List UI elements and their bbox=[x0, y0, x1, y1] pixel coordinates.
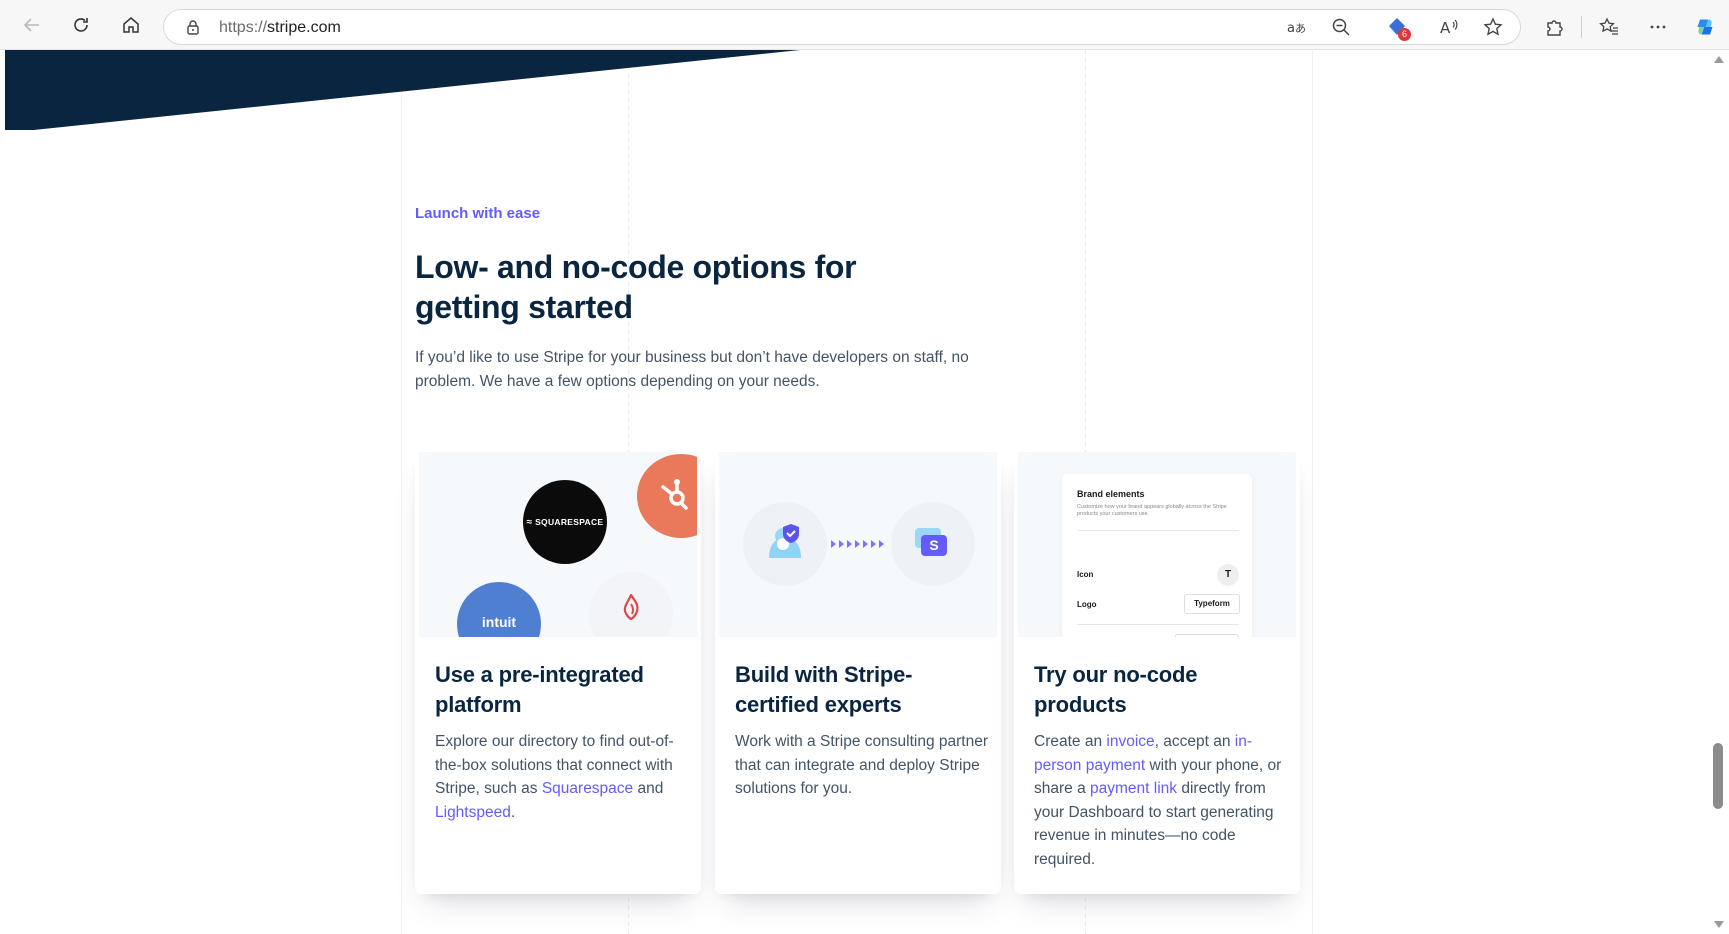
url-text[interactable]: https://stripe.com bbox=[219, 19, 341, 37]
card-body: Explore our directory to find out-of-the… bbox=[435, 730, 690, 824]
lightspeed-logo bbox=[589, 572, 673, 637]
lightspeed-link[interactable]: Lightspeed bbox=[435, 804, 511, 821]
card-body: Work with a Stripe consulting partner th… bbox=[735, 733, 988, 798]
scrollbar-thumb[interactable] bbox=[1713, 743, 1723, 809]
stripe-circle: S bbox=[891, 502, 975, 586]
brand-elements-panel: Brand elements Customize how your brand … bbox=[1062, 474, 1252, 637]
hubspot-icon bbox=[661, 479, 688, 510]
scroll-down-arrow-icon[interactable] bbox=[1714, 921, 1724, 928]
card-body: Create an invoice, accept an in-person p… bbox=[1034, 730, 1289, 872]
favorite-button[interactable] bbox=[1477, 9, 1509, 45]
card-body-text: . bbox=[510, 803, 516, 821]
card-title: Try our no-code products bbox=[1034, 662, 1198, 717]
intuit-logo: intuit bbox=[457, 582, 541, 637]
more-button[interactable] bbox=[1642, 9, 1674, 45]
card-no-code-products: Brand elements Customize how your brand … bbox=[1014, 452, 1300, 894]
address-bar[interactable]: https://stripe.com bbox=[163, 9, 1521, 45]
copilot-button[interactable] bbox=[1690, 9, 1720, 45]
card-body-text: Create an bbox=[1034, 733, 1107, 750]
url-scheme: https:// bbox=[219, 19, 268, 36]
extension-badge: 6 bbox=[1398, 28, 1411, 41]
stripe-app-icon: S bbox=[915, 528, 947, 556]
zoom-out-icon bbox=[1332, 18, 1350, 36]
intuit-label: intuit bbox=[481, 614, 517, 630]
url-host: stripe.com bbox=[267, 19, 341, 36]
zoom-out-button[interactable] bbox=[1325, 9, 1357, 45]
svg-text:A: A bbox=[1440, 19, 1451, 37]
panel-row-icon: Icon bbox=[1077, 570, 1094, 579]
extension-button[interactable]: 6 bbox=[1381, 9, 1413, 45]
panel-divider bbox=[1077, 530, 1239, 531]
navy-slant-band bbox=[5, 50, 800, 130]
refresh-icon bbox=[74, 18, 88, 32]
lightspeed-flame-icon bbox=[623, 594, 639, 620]
squarespace-logo: ≈ SQUARESPACE bbox=[523, 480, 607, 564]
payment-link-link[interactable]: payment link bbox=[1090, 780, 1177, 797]
stripe-letter: S bbox=[921, 535, 947, 556]
favorites-button[interactable] bbox=[1593, 9, 1625, 45]
read-aloud-icon: A bbox=[1440, 19, 1458, 37]
scroll-up-arrow-icon[interactable] bbox=[1714, 56, 1724, 63]
panel-logo-preview: Typeform bbox=[1184, 594, 1240, 614]
card-body-text: , accept an bbox=[1154, 733, 1235, 750]
card-illustration: S bbox=[719, 452, 997, 637]
svg-text:a: a bbox=[1287, 21, 1295, 36]
more-dots-icon bbox=[1650, 25, 1666, 29]
lock-icon[interactable] bbox=[184, 18, 202, 36]
panel-divider bbox=[1077, 624, 1239, 625]
panel-color-field: #F6F0EA bbox=[1175, 634, 1239, 637]
browser-toolbar: https://stripe.com aあ 6 A bbox=[0, 0, 1729, 50]
section-headline: Low- and no-code options for getting sta… bbox=[415, 249, 857, 325]
translate-icon: aあ bbox=[1287, 21, 1306, 36]
home-button[interactable] bbox=[115, 9, 147, 41]
invoice-link[interactable]: invoice bbox=[1106, 733, 1154, 750]
squarespace-link[interactable]: Squarespace bbox=[542, 780, 633, 797]
grid-guide bbox=[1312, 50, 1313, 934]
svg-text:あ: あ bbox=[1295, 22, 1306, 35]
read-aloud-button[interactable]: A bbox=[1433, 9, 1465, 45]
translate-button[interactable]: aあ bbox=[1280, 9, 1312, 45]
panel-icon-preview: T bbox=[1217, 564, 1239, 586]
star-icon bbox=[1483, 17, 1503, 36]
section-eyebrow: Launch with ease bbox=[415, 205, 541, 222]
squarespace-label: SQUARESPACE bbox=[535, 517, 604, 527]
card-illustration: Brand elements Customize how your brand … bbox=[1018, 452, 1296, 637]
extensions-button[interactable] bbox=[1538, 9, 1570, 45]
section-lede: If you’d like to use Stripe for your bus… bbox=[415, 349, 969, 390]
puzzle-icon bbox=[1547, 20, 1563, 36]
card-title: Build with Stripe-certified experts bbox=[735, 662, 913, 717]
back-button[interactable] bbox=[16, 9, 48, 41]
partner-circle bbox=[743, 502, 827, 586]
grid-guide bbox=[401, 50, 402, 934]
copilot-icon bbox=[1697, 19, 1713, 35]
panel-title: Brand elements bbox=[1077, 489, 1145, 499]
card-certified-experts: S Build with Stripe-certified experts Wo… bbox=[715, 452, 1001, 894]
connection-arrows-icon bbox=[831, 540, 884, 548]
home-icon bbox=[123, 17, 139, 33]
vertical-scrollbar[interactable] bbox=[1709, 50, 1729, 934]
toolbar-divider bbox=[1581, 16, 1582, 38]
verified-user-icon bbox=[769, 524, 801, 558]
back-arrow-icon bbox=[23, 18, 39, 32]
card-pre-integrated-platform: ≈ SQUARESPACE intuit Use a pre-integrate… bbox=[415, 452, 701, 894]
refresh-button[interactable] bbox=[65, 9, 97, 41]
page-viewport: Launch with ease Low- and no-code option… bbox=[5, 50, 1709, 934]
favorites-list-icon bbox=[1599, 17, 1618, 35]
hubspot-logo bbox=[637, 454, 697, 538]
card-illustration: ≈ SQUARESPACE intuit bbox=[419, 452, 697, 637]
panel-description: Customize how your brand appears globall… bbox=[1077, 504, 1227, 517]
card-body-text: and bbox=[633, 780, 664, 798]
panel-row-logo: Logo bbox=[1077, 600, 1097, 609]
card-title: Use a pre-integrated platform bbox=[435, 662, 644, 717]
squarespace-icon: ≈ bbox=[526, 517, 533, 528]
